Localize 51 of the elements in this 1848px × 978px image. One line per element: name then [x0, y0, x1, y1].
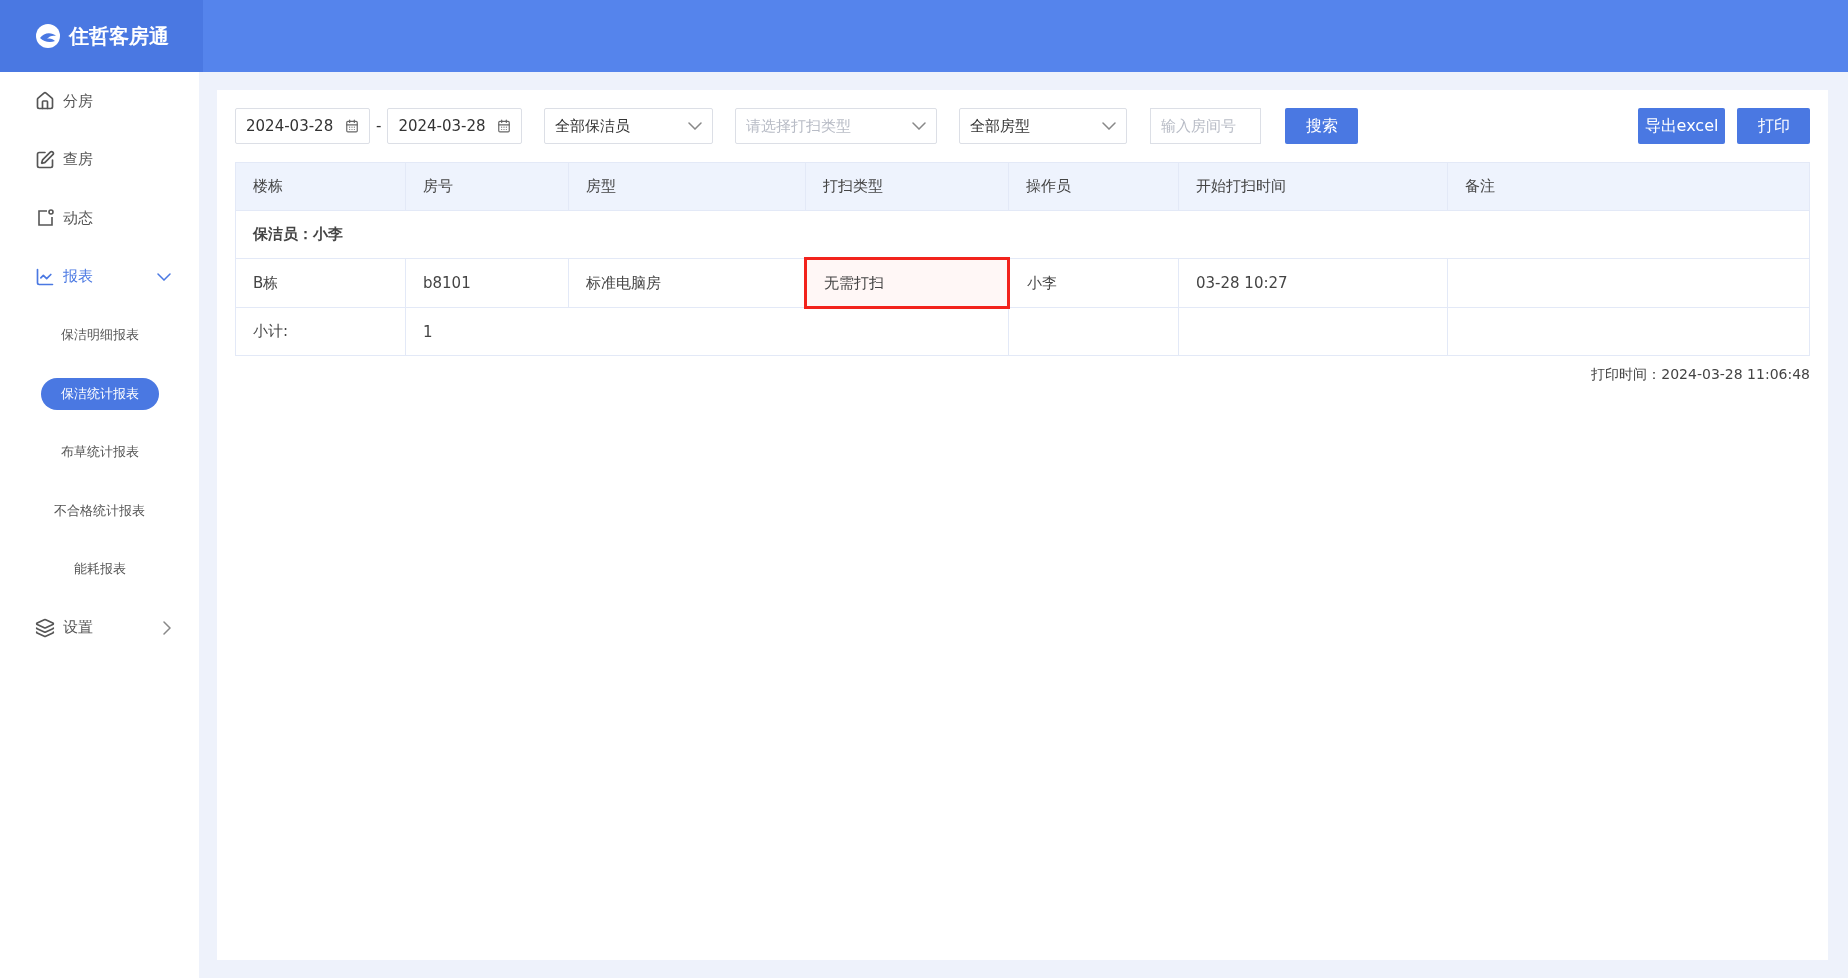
search-button[interactable]: 搜索 [1285, 108, 1359, 144]
table-cell: b8101 [405, 258, 569, 308]
submenu-item[interactable]: 不合格统计报表 [34, 494, 165, 527]
room-number-field[interactable]: 输入房间号 [1150, 108, 1262, 144]
calendar-icon [497, 119, 512, 133]
date-field[interactable]: 2024-03-28 [387, 108, 523, 144]
print-button[interactable]: 打印 [1737, 108, 1810, 144]
export-button[interactable]: 导出excel [1638, 108, 1725, 144]
nav-item[interactable]: 查房 [0, 130, 199, 189]
column-header: 楼栋 [235, 162, 406, 211]
column-header: 操作员 [1008, 162, 1179, 211]
table-cell: 小李 [1008, 258, 1179, 308]
chevron-down-icon [1102, 122, 1117, 130]
home-icon [35, 91, 55, 112]
column-header: 开始打扫时间 [1178, 162, 1448, 211]
print-time: 打印时间：2024-03-28 11:06:48 [1591, 366, 1810, 382]
submenu-item[interactable]: 保洁明细报表 [40, 319, 159, 352]
notice-icon [35, 208, 55, 229]
column-header: 房型 [568, 162, 806, 211]
nav-label: 报表 [63, 267, 94, 287]
nav-label: 查房 [63, 150, 94, 170]
logo-icon [34, 23, 61, 49]
table-cell: 无需打扫 [805, 258, 1009, 308]
nav-item[interactable]: 报表 [0, 247, 199, 306]
cleaner-select[interactable]: 全部保洁员 [544, 108, 714, 144]
table-cell: B栋 [235, 258, 406, 308]
chart-icon [35, 266, 55, 287]
chevron-down-icon [688, 122, 703, 130]
column-header: 备注 [1447, 162, 1810, 211]
nav-item[interactable]: 分房 [0, 72, 199, 131]
table-cell: 03-28 10:27 [1178, 258, 1448, 308]
edit-icon [35, 149, 55, 170]
layers-icon [35, 617, 55, 638]
nav-label: 设置 [63, 618, 94, 638]
subtotal-value: 1 [405, 307, 1009, 356]
column-header: 打扫类型 [805, 162, 1009, 211]
room-type-select[interactable]: 全部房型 [959, 108, 1128, 144]
date-separator: - [376, 117, 382, 135]
submenu-item[interactable]: 能耗报表 [53, 553, 146, 586]
submenu-item[interactable]: 保洁统计报表 [40, 377, 159, 410]
app-title: 住哲客房通 [68, 22, 169, 50]
chevron-down-icon [912, 122, 927, 130]
calendar-icon [345, 119, 359, 133]
nav-label: 动态 [63, 208, 94, 228]
subtotal-label: 小计: [235, 307, 406, 356]
nav-label: 分房 [63, 91, 94, 111]
submenu-item[interactable]: 布草统计报表 [40, 436, 159, 469]
date-field[interactable]: 2024-03-28 [235, 108, 370, 144]
column-header: 房号 [405, 162, 569, 211]
nav-item[interactable]: 设置 [0, 598, 199, 657]
nav-item[interactable]: 动态 [0, 189, 199, 248]
